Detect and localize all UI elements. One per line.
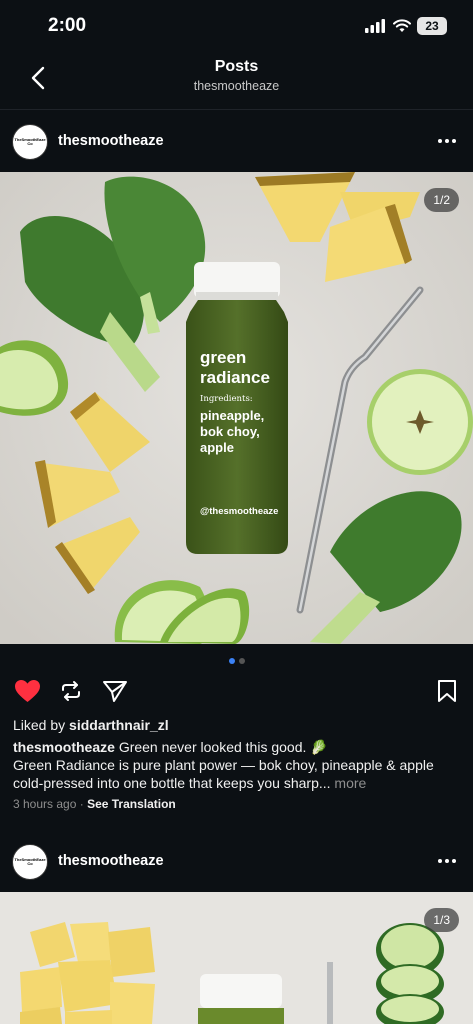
- carousel-counter: 1/2: [424, 188, 459, 212]
- bottle-label: green radiance Ingredients: pineapple, b…: [200, 348, 290, 456]
- status-icons: 23: [365, 17, 447, 35]
- caption-line-3: cold-pressed into one bottle that keeps …: [13, 775, 331, 791]
- bottle-ingredients: pineapple, bok choy, apple: [200, 408, 265, 455]
- avatar[interactable]: TheSmoothEaze Co: [12, 124, 48, 160]
- share-button[interactable]: [100, 676, 130, 706]
- post-time: 3 hours ago: [13, 797, 77, 811]
- juice-bottle-2: [198, 974, 284, 1024]
- bottle-brand: green radiance: [200, 348, 270, 387]
- status-time: 2:00: [48, 15, 87, 36]
- post-image[interactable]: green radiance Ingredients: pineapple, b…: [0, 172, 473, 644]
- repost-icon: [62, 681, 80, 701]
- juice-photo-2: [0, 892, 473, 1024]
- status-bar: 2:00 23: [0, 0, 473, 50]
- cucumber-slices: [376, 923, 444, 1024]
- more-options-button[interactable]: [435, 851, 459, 871]
- caption-line-2: Green Radiance is pure plant power — bok…: [13, 757, 434, 773]
- battery-indicator: 23: [417, 17, 447, 35]
- carousel-dot: [238, 658, 245, 664]
- carousel-dots: [0, 658, 473, 664]
- post-actions: [0, 676, 473, 708]
- caption-more-link[interactable]: more: [331, 775, 366, 791]
- post-header: TheSmoothEaze Co thesmootheaze: [0, 831, 473, 891]
- signal-icon: [365, 19, 385, 33]
- bookmark-icon: [438, 680, 456, 702]
- page-title: Posts: [214, 58, 259, 75]
- avatar[interactable]: TheSmoothEaze Co: [12, 844, 48, 880]
- bottle-handle: @thesmootheaze: [200, 506, 279, 517]
- like-button[interactable]: [12, 676, 42, 706]
- nav-header: Posts thesmootheaze: [0, 50, 473, 110]
- repost-button[interactable]: [56, 676, 86, 706]
- liked-by[interactable]: Liked by siddarthnair_zl: [13, 717, 169, 733]
- post-meta: 3 hours ago · See Translation: [13, 797, 176, 811]
- see-translation-link[interactable]: See Translation: [87, 797, 176, 811]
- page-subtitle: thesmootheaze: [193, 79, 280, 93]
- liked-by-prefix: Liked by: [13, 717, 70, 733]
- apple-slice-right: [367, 369, 473, 475]
- heart-icon: [14, 680, 40, 702]
- post-username[interactable]: thesmootheaze: [58, 853, 164, 869]
- wifi-icon: [393, 19, 411, 32]
- post-header: TheSmoothEaze Co thesmootheaze: [0, 111, 473, 171]
- avatar-logo-text: TheSmoothEaze Co: [14, 136, 46, 146]
- bottle-ingredients-label: Ingredients:: [200, 394, 253, 404]
- caption-line-1: Green never looked this good. 🥬: [118, 739, 328, 755]
- save-button[interactable]: [432, 676, 462, 706]
- avatar-logo-text: TheSmoothEaze Co: [14, 856, 46, 866]
- caption-username[interactable]: thesmootheaze: [13, 739, 115, 755]
- liked-by-user[interactable]: siddarthnair_zl: [69, 717, 169, 733]
- post-image[interactable]: 1/3: [0, 892, 473, 1024]
- post-username[interactable]: thesmootheaze: [58, 133, 164, 149]
- more-options-button[interactable]: [435, 131, 459, 151]
- post-caption: thesmootheaze Green never looked this go…: [13, 738, 465, 792]
- carousel-counter: 1/3: [424, 908, 459, 932]
- send-icon: [103, 681, 127, 702]
- carousel-dot-active: [228, 658, 235, 664]
